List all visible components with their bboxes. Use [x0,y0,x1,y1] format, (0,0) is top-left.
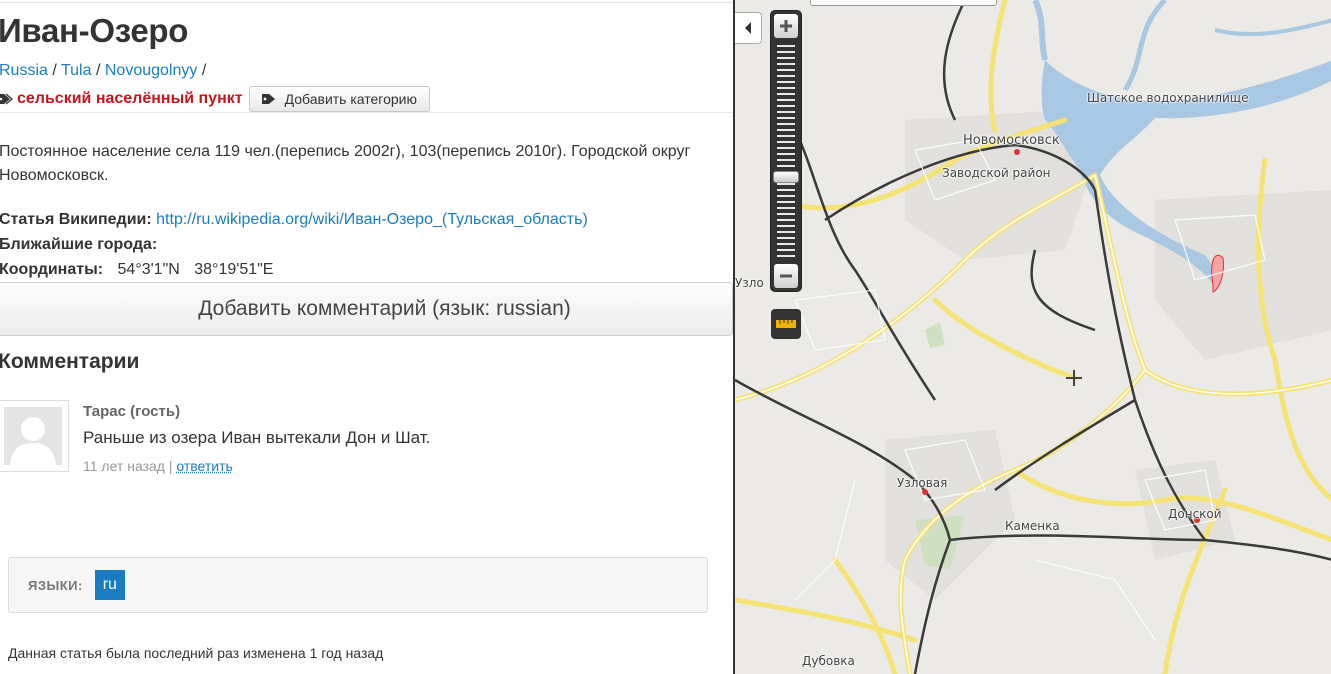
zoom-control [770,10,802,292]
zoom-in-button[interactable] [774,14,798,38]
latitude: 54°3'1"N [117,261,180,278]
collapse-panel-button[interactable] [735,12,762,44]
facts: Статья Википедии: http://ru.wikipedia.or… [0,207,588,282]
breadcrumb-russia[interactable]: Russia [0,62,48,79]
longitude: 38°19'51"E [194,261,274,278]
language-badge-ru[interactable]: ru [94,570,125,600]
user-silhouette-icon [4,407,62,465]
map-layer-control[interactable] [810,0,997,6]
breadcrumb-tula[interactable]: Tula [61,62,92,79]
reply-link[interactable]: ответить [176,458,232,474]
map-label-donskoy: Донской [1168,507,1222,521]
add-category-label: Добавить категорию [284,91,417,107]
breadcrumb-separator: / [201,62,207,79]
divider [0,2,733,3]
map-label-novomoskovsk: Новомосковск [963,133,1060,148]
ruler-icon [776,320,796,328]
avatar [0,400,69,472]
tag-icon [0,93,13,105]
plus-icon [780,20,792,32]
breadcrumb-separator: / [52,62,57,79]
minus-icon [780,274,792,278]
map-label-uzlo: Узло [735,276,764,290]
nearest-cities-label: Ближайшие города: [0,236,158,253]
comment-meta-separator: | [168,458,173,474]
tag-icon [261,94,275,104]
map-label-dubovka: Дубовка [802,654,855,668]
add-category-button[interactable]: Добавить категорию [248,86,430,112]
description-line: Новомосковск. [0,167,109,184]
breadcrumb-separator: / [95,62,101,79]
comment-author: Тарас (гость) [83,403,181,420]
map-center-crosshair-icon [1065,369,1083,390]
map[interactable]: Шатское водохранилище Новомосковск Завод… [733,0,1331,674]
breadcrumb: Russia / Tula / Novougolnyy / [0,62,206,80]
map-label-uzlovaya: Узловая [897,476,948,490]
languages-label: ЯЗЫКИ: [28,577,83,593]
zoom-out-button[interactable] [774,264,798,288]
languages-box: ЯЗЫКИ: ru [8,557,708,613]
ruler-button[interactable] [771,309,801,339]
category-row: сельский населённый пункт Добавить катег… [0,86,430,112]
coordinates-row: Координаты: 54°3'1"N 38°19'51"E [0,257,588,282]
map-label-kamenka: Каменка [1005,519,1060,533]
zoom-scale[interactable] [777,45,795,259]
last-modified-note: Данная статья была последний раз изменен… [8,645,384,661]
map-label-zavodskoy: Заводской район [942,166,1051,180]
comment-text: Раньше из озера Иван вытекали Дон и Шат. [83,428,431,447]
wikipedia-row: Статья Википедии: http://ru.wikipedia.or… [0,207,588,232]
category-link[interactable]: сельский населённый пункт [17,90,243,108]
comments-heading: Комментарии [0,350,140,373]
comment-meta: 11 лет назад | ответить [83,458,233,474]
description: Постоянное население села 119 чел.(переп… [0,140,733,188]
page-title: Иван-Озеро [0,12,189,49]
description-line: Постоянное население села 119 чел.(переп… [0,143,691,160]
map-label-reservoir: Шатское водохранилище [1087,91,1249,105]
breadcrumb-novougolnyy[interactable]: Novougolnyy [105,62,198,79]
zoom-slider-handle[interactable] [773,171,799,183]
add-comment-button[interactable]: Добавить комментарий (язык: russian) [0,282,733,336]
wikipedia-label: Статья Википедии: [0,211,152,228]
article-panel: Иван-Озеро Russia / Tula / Novougolnyy /… [0,0,733,674]
coordinates-label: Координаты: [0,261,104,278]
comment-time: 11 лет назад [83,458,165,474]
divider [0,112,733,113]
chevron-left-icon [745,22,751,34]
wikipedia-link[interactable]: http://ru.wikipedia.org/wiki/Иван-Озеро_… [156,211,588,228]
nearest-cities-row: Ближайшие города: [0,232,588,257]
